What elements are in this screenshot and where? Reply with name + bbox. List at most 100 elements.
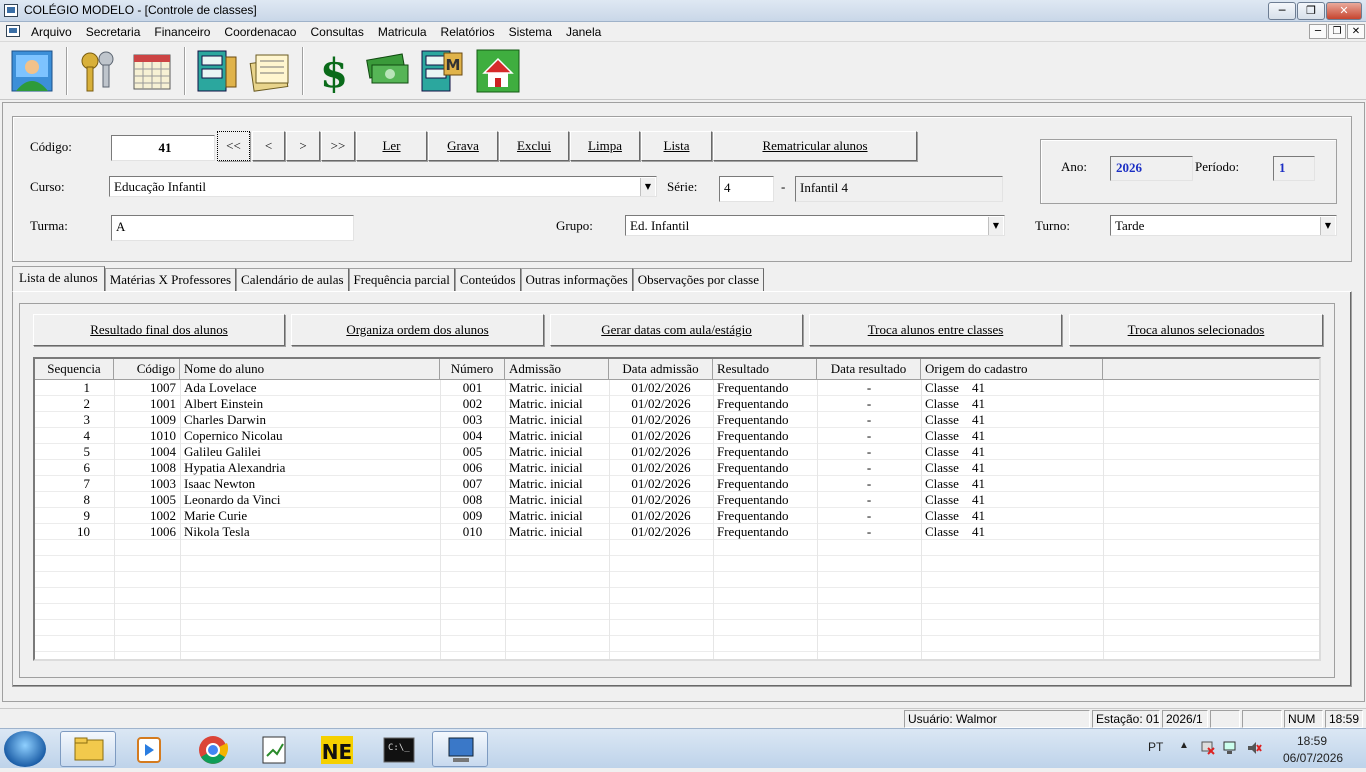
col-data-resultado[interactable]: Data resultado — [817, 359, 921, 379]
resultado-final-button[interactable]: Resultado final dos alunos — [33, 314, 285, 346]
tab-conteudos[interactable]: Conteúdos — [454, 268, 521, 292]
table-row[interactable]: 1 1007 Ada Lovelace 001 Matric. inicial 01/02… — [35, 380, 1319, 396]
tab-calendario-de-aulas[interactable]: Calendário de aulas — [236, 268, 349, 292]
students-grid[interactable]: Sequencia Código Nome do aluno Número Ad… — [33, 357, 1321, 661]
home-icon[interactable] — [474, 47, 522, 95]
table-row[interactable]: 7 1003 Isaac Newton 007 Matric. inicial 01/02… — [35, 476, 1319, 492]
menu-sistema[interactable]: Sistema — [509, 25, 552, 39]
notepad-icon[interactable] — [246, 731, 302, 767]
exclui-button[interactable]: Exclui — [499, 131, 569, 161]
menu-arquivo[interactable]: Arquivo — [31, 25, 72, 39]
explorer-icon[interactable] — [60, 731, 116, 767]
troca-alunos-selecionados-button[interactable]: Troca alunos selecionados — [1069, 314, 1323, 346]
menu-matricula[interactable]: Matricula — [378, 25, 427, 39]
turno-select[interactable]: Tarde ▼ — [1110, 215, 1337, 236]
cell-origem: Classe 41 — [925, 444, 985, 459]
grupo-select[interactable]: Ed. Infantil ▼ — [625, 215, 1005, 236]
limpa-button[interactable]: Limpa — [570, 131, 640, 161]
menu-consultas[interactable]: Consultas — [310, 25, 363, 39]
table-row[interactable] — [35, 572, 1319, 588]
rematricular-button[interactable]: Rematricular alunos — [713, 131, 917, 161]
chevron-down-icon[interactable]: ▼ — [1320, 217, 1335, 235]
media-player-icon[interactable] — [120, 731, 176, 767]
money-icon[interactable] — [364, 47, 412, 95]
minimize-button[interactable]: ─ — [1268, 2, 1296, 20]
close-button[interactable]: ✕ — [1326, 2, 1362, 20]
clock-date[interactable]: 06/07/2026 — [1283, 751, 1343, 765]
menu-financeiro[interactable]: Financeiro — [154, 25, 210, 39]
next-record-button[interactable]: > — [286, 131, 320, 161]
documents-icon[interactable] — [246, 47, 294, 95]
menu-janela[interactable]: Janela — [566, 25, 601, 39]
table-row[interactable] — [35, 588, 1319, 604]
start-icon[interactable] — [4, 731, 46, 767]
keys-icon[interactable] — [74, 47, 122, 95]
col-sequencia[interactable]: Sequencia — [35, 359, 114, 379]
mdi-restore-button[interactable]: ❐ — [1328, 24, 1346, 39]
table-row[interactable] — [35, 604, 1319, 620]
clock-time[interactable]: 18:59 — [1297, 734, 1327, 748]
tab-outras-informacoes[interactable]: Outras informações — [520, 268, 633, 292]
mdi-minimize-button[interactable]: ─ — [1309, 24, 1327, 39]
prev-record-button[interactable]: < — [252, 131, 285, 161]
table-row[interactable]: 6 1008 Hypatia Alexandria 006 Matric. inicia… — [35, 460, 1319, 476]
menu-relatorios[interactable]: Relatórios — [441, 25, 495, 39]
col-origem[interactable]: Origem do cadastro — [921, 359, 1103, 379]
tab-frequencia-parcial[interactable]: Frequência parcial — [348, 268, 455, 292]
tab-lista-de-alunos[interactable]: Lista de alunos — [12, 266, 105, 292]
tab-observacoes-por-classe[interactable]: Observações por classe — [632, 268, 765, 292]
app-icon[interactable] — [4, 4, 18, 17]
last-record-button[interactable]: >> — [321, 131, 355, 161]
col-numero[interactable]: Número — [440, 359, 505, 379]
dollar-icon[interactable]: $ — [310, 47, 358, 95]
table-row[interactable]: 10 1006 Nikola Tesla 010 Matric. inicial 01/0… — [35, 524, 1319, 540]
menu-coordenacao[interactable]: Coordenacao — [224, 25, 296, 39]
first-record-button[interactable]: << — [217, 131, 250, 161]
col-admissao[interactable]: Admissão — [505, 359, 609, 379]
language-indicator[interactable]: PT — [1148, 740, 1163, 754]
chevron-down-icon[interactable]: ▼ — [988, 217, 1003, 235]
calendar-icon[interactable] — [128, 47, 176, 95]
organiza-ordem-button[interactable]: Organiza ordem dos alunos — [291, 314, 544, 346]
col-resultado[interactable]: Resultado — [713, 359, 817, 379]
network-icon[interactable] — [1222, 740, 1238, 756]
col-data-admissao[interactable]: Data admissão — [609, 359, 713, 379]
table-row[interactable]: 2 1001 Albert Einstein 002 Matric. inicial 01… — [35, 396, 1319, 412]
cabinet-m-icon[interactable]: M — [418, 47, 466, 95]
table-row[interactable]: 9 1002 Marie Curie 009 Matric. inicial 01/02/… — [35, 508, 1319, 524]
cmd-icon[interactable]: C:\_ — [370, 731, 426, 767]
flag-icon[interactable] — [1200, 740, 1216, 756]
table-row[interactable] — [35, 620, 1319, 636]
tab-materias-professores[interactable]: Matérias X Professores — [104, 268, 237, 292]
grava-button[interactable]: Grava — [428, 131, 498, 161]
menu-secretaria[interactable]: Secretaria — [86, 25, 141, 39]
nero-icon[interactable]: NE — [308, 731, 364, 767]
gerar-datas-button[interactable]: Gerar datas com aula/estágio — [550, 314, 803, 346]
chevron-up-icon[interactable]: ▲ — [1179, 740, 1189, 751]
file-cabinet-icon[interactable] — [192, 47, 240, 95]
mdi-close-button[interactable]: ✕ — [1347, 24, 1365, 39]
chrome-icon[interactable] — [184, 731, 240, 767]
chevron-down-icon[interactable]: ▼ — [640, 178, 655, 196]
table-row[interactable]: 3 1009 Charles Darwin 003 Matric. inicial 01/… — [35, 412, 1319, 428]
codigo-input[interactable]: 41 — [111, 135, 215, 161]
volume-icon[interactable] — [1246, 740, 1262, 756]
lista-button[interactable]: Lista — [641, 131, 712, 161]
table-row[interactable] — [35, 636, 1319, 652]
app-icon[interactable] — [432, 731, 488, 767]
users-icon[interactable] — [8, 47, 56, 95]
maximize-button[interactable]: ❐ — [1297, 2, 1325, 20]
col-codigo[interactable]: Código — [114, 359, 180, 379]
table-row[interactable] — [35, 556, 1319, 572]
ler-button[interactable]: Ler — [356, 131, 427, 161]
table-row[interactable]: 5 1004 Galileu Galilei 005 Matric. inicial 01… — [35, 444, 1319, 460]
table-row[interactable]: 8 1005 Leonardo da Vinci 008 Matric. inicial… — [35, 492, 1319, 508]
curso-select[interactable]: Educação Infantil ▼ — [109, 176, 657, 197]
mdi-window-icon[interactable] — [6, 25, 20, 37]
col-nome[interactable]: Nome do aluno — [180, 359, 440, 379]
troca-alunos-classes-button[interactable]: Troca alunos entre classes — [809, 314, 1062, 346]
turma-input[interactable]: A — [111, 215, 354, 241]
table-row[interactable] — [35, 540, 1319, 556]
serie-input[interactable]: 4 — [719, 176, 774, 202]
table-row[interactable]: 4 1010 Copernico Nicolau 004 Matric. inicial… — [35, 428, 1319, 444]
